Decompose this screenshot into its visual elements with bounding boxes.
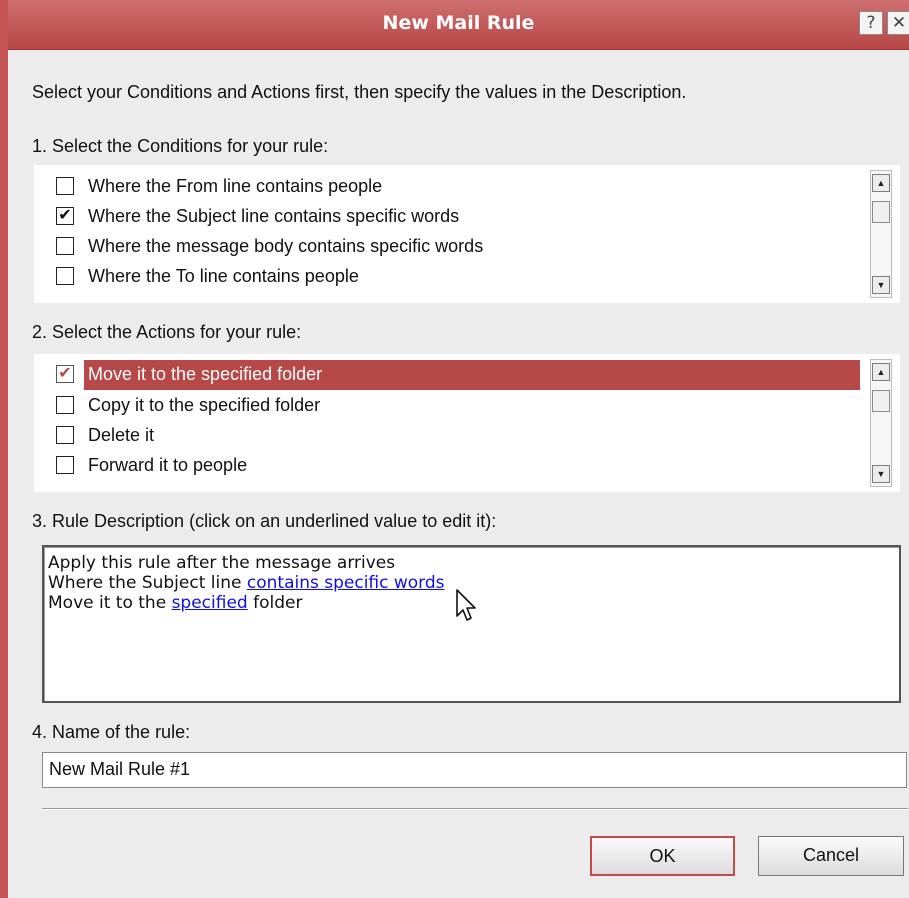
scroll-thumb[interactable] [872, 390, 890, 412]
ok-button[interactable]: OK [590, 836, 735, 876]
conditions-label: 1. Select the Conditions for your rule: [32, 136, 329, 156]
close-button[interactable]: ✕ [887, 11, 909, 35]
action-item-delete[interactable]: Delete it [34, 421, 860, 450]
condition-label-from: Where the From line contains people [88, 176, 383, 196]
separator [42, 808, 908, 810]
description-label: 3. Rule Description (click on an underli… [32, 511, 497, 531]
action-checkbox-delete[interactable] [56, 426, 74, 444]
scroll-down-icon[interactable]: ▼ [872, 465, 890, 483]
actions-scrollbar[interactable]: ▲ ▼ [870, 359, 892, 487]
action-item-move[interactable]: ✔ Move it to the specified folder [34, 360, 860, 390]
action-checkbox-forward[interactable] [56, 456, 74, 474]
dialog-title: New Mail Rule [382, 12, 535, 34]
condition-checkbox-from[interactable] [56, 177, 74, 195]
condition-checkbox-to[interactable] [56, 267, 74, 285]
scroll-thumb[interactable] [872, 201, 890, 223]
contains-specific-words-link[interactable]: contains specific words [247, 573, 445, 593]
intro-text: Select your Conditions and Actions first… [32, 82, 687, 102]
condition-item-body[interactable]: Where the message body contains specific… [34, 232, 860, 261]
cancel-button[interactable]: Cancel [758, 836, 904, 876]
description-line-2-prefix: Where the Subject line [48, 573, 247, 593]
mouse-pointer-icon [456, 589, 476, 621]
condition-item-to[interactable]: Where the To line contains people [34, 262, 860, 291]
action-label-delete: Delete it [88, 425, 155, 445]
rule-name-input[interactable]: New Mail Rule #1 [42, 752, 907, 788]
condition-item-subject[interactable]: ✔ Where the Subject line contains specif… [34, 202, 860, 231]
action-label-forward: Forward it to people [88, 455, 248, 475]
actions-list[interactable]: ✔ Move it to the specified folder Copy i… [34, 354, 900, 492]
action-label-move: Move it to the specified folder [88, 364, 323, 384]
conditions-scrollbar[interactable]: ▲ ▼ [870, 170, 892, 298]
condition-label-to: Where the To line contains people [88, 266, 359, 286]
condition-label-subject: Where the Subject line contains specific… [88, 206, 460, 226]
condition-checkbox-subject[interactable]: ✔ [56, 207, 74, 225]
conditions-list[interactable]: Where the From line contains people ✔ Wh… [34, 165, 900, 303]
action-item-copy[interactable]: Copy it to the specified folder [34, 391, 860, 420]
description-line-3-suffix: folder [247, 593, 303, 613]
title-bar: New Mail Rule ? ✕ [8, 0, 909, 50]
condition-checkbox-body[interactable] [56, 237, 74, 255]
rule-description-box: Apply this rule after the message arrive… [42, 545, 901, 703]
help-button[interactable]: ? [859, 11, 883, 35]
action-checkbox-move[interactable]: ✔ [56, 365, 74, 383]
scroll-up-icon[interactable]: ▲ [872, 174, 890, 192]
actions-label: 2. Select the Actions for your rule: [32, 322, 302, 342]
action-checkbox-copy[interactable] [56, 396, 74, 414]
condition-item-from[interactable]: Where the From line contains people [34, 172, 860, 201]
description-line-1: Apply this rule after the message arrive… [48, 553, 396, 573]
scroll-down-icon[interactable]: ▼ [872, 276, 890, 294]
description-line-3-prefix: Move it to the [48, 593, 172, 613]
new-mail-rule-dialog: New Mail Rule ? ✕ Select your Conditions… [0, 0, 909, 898]
condition-label-body: Where the message body contains specific… [88, 236, 484, 256]
specified-folder-link[interactable]: specified [172, 593, 248, 613]
rule-name-label: 4. Name of the rule: [32, 722, 191, 742]
action-item-forward[interactable]: Forward it to people [34, 451, 860, 480]
scroll-up-icon[interactable]: ▲ [872, 363, 890, 381]
action-label-copy: Copy it to the specified folder [88, 395, 321, 415]
